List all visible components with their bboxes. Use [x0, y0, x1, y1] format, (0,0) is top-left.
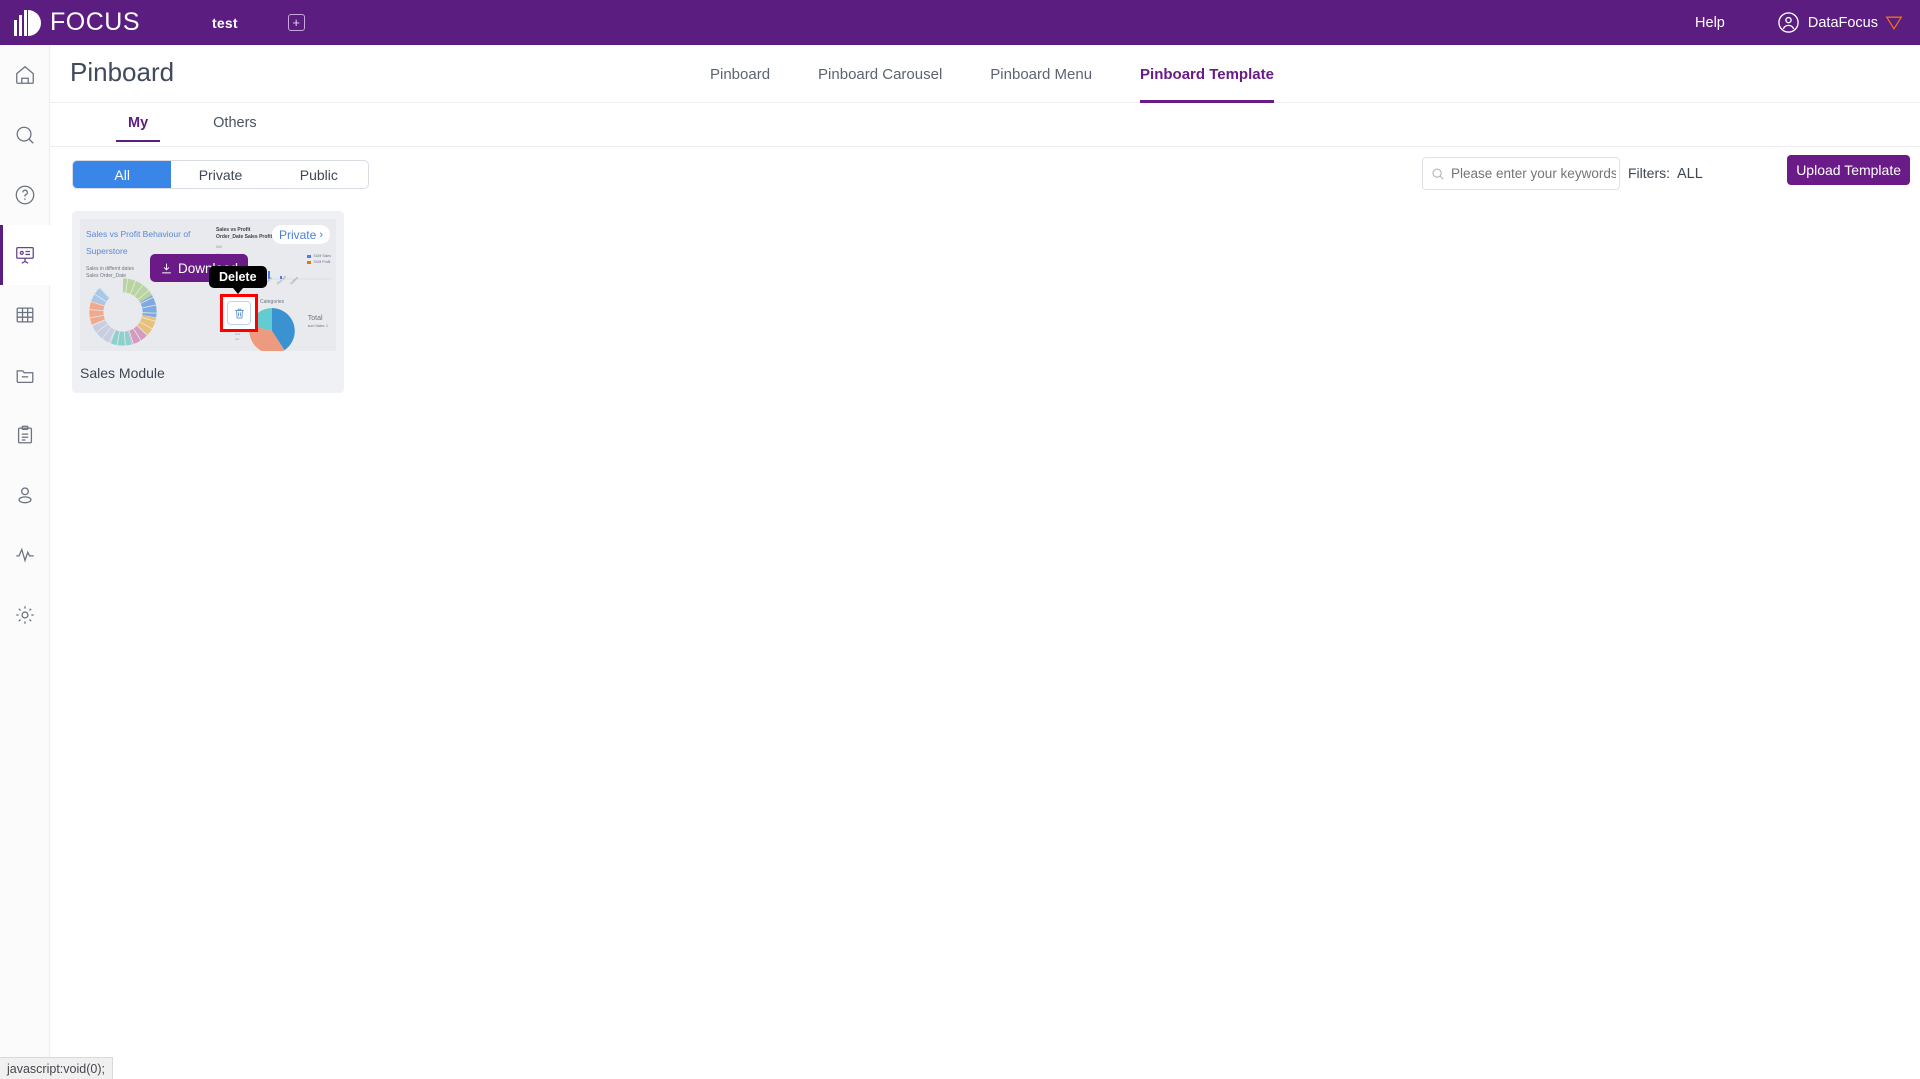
search-box[interactable] — [1422, 157, 1620, 190]
sidebar-item-help[interactable] — [0, 165, 50, 225]
thumbnail-category-label: Categories — [260, 299, 285, 305]
app-logo[interactable]: FOCUS — [14, 8, 140, 37]
sidebar-item-search[interactable] — [0, 105, 50, 165]
bar-title-line1: Sales vs Profit — [216, 227, 251, 233]
sidebar-item-clipboard[interactable] — [0, 405, 50, 465]
status-bar-text: javascript:void(0); — [7, 1061, 105, 1076]
delete-button[interactable] — [227, 301, 251, 325]
bar-title-line2: Order_Date Sales Profit — [216, 234, 273, 240]
pinboard-icon — [16, 247, 34, 264]
top-tab-bar: Pinboard Pinboard Carousel Pinboard Menu… — [710, 45, 1274, 103]
user-name[interactable]: DataFocus — [1808, 15, 1878, 31]
tab-pinboard-menu[interactable]: Pinboard Menu — [990, 45, 1092, 103]
sub-tab-bar: My Others — [50, 103, 1920, 147]
segment-all[interactable]: All — [73, 161, 172, 188]
legend-item-0: SUM Sales — [313, 254, 331, 258]
template-card[interactable]: Sales vs Profit Behaviour of Superstore … — [72, 211, 344, 393]
page-header: Pinboard Pinboard Pinboard Carousel Pinb… — [50, 45, 1920, 103]
folder-icon — [16, 370, 34, 383]
question-circle-icon — [15, 185, 35, 205]
segment-private[interactable]: Private — [171, 161, 269, 188]
tab-pinboard-template[interactable]: Pinboard Template — [1140, 45, 1274, 103]
sidebar-item-home[interactable] — [0, 45, 50, 105]
left-sidebar — [0, 45, 50, 1079]
tab-pinboard-carousel[interactable]: Pinboard Carousel — [818, 45, 942, 103]
toolbar: All Private Public Filters: ALL ⌄ Upload… — [50, 147, 1920, 203]
table-icon — [16, 307, 34, 323]
search-icon — [1432, 167, 1444, 180]
filters-label: Filters: — [1628, 165, 1670, 181]
visibility-badge[interactable]: Private › — [271, 225, 330, 244]
activity-pulse-icon — [16, 547, 34, 563]
search-icon — [16, 126, 34, 144]
user-icon — [18, 487, 32, 504]
focus-logo-half-icon — [28, 9, 41, 36]
thumbnail-total-label: Total sum Sales: 1 — [308, 315, 328, 328]
donut-chart — [89, 278, 157, 346]
segment-public[interactable]: Public — [270, 161, 368, 188]
filters-value: ALL — [1677, 165, 1703, 182]
chevron-right-icon: › — [319, 228, 323, 241]
sidebar-item-table[interactable] — [0, 285, 50, 345]
search-input[interactable] — [1451, 166, 1616, 181]
page-title: Pinboard — [70, 57, 175, 87]
donut-title-line1: Sales in differnt dates — [86, 266, 134, 272]
template-thumbnail: Sales vs Profit Behaviour of Superstore … — [80, 219, 336, 351]
sub-tab-others[interactable]: Others — [213, 103, 257, 142]
trash-icon — [234, 308, 244, 319]
add-tab-icon[interactable]: + — [287, 14, 305, 31]
total-sub-text: sum Sales: 1 — [307, 324, 328, 328]
logo-text: FOCUS — [50, 8, 140, 36]
filters-dropdown[interactable]: ALL ⌄ — [1677, 157, 1797, 190]
gear-icon — [16, 606, 34, 624]
top-bar: FOCUS test + Help DataFocus — [0, 0, 1920, 45]
workspace-tab-test[interactable]: test — [212, 15, 238, 31]
sidebar-item-folder[interactable] — [0, 345, 50, 405]
thumbnail-bar-title: Sales vs Profit Order_Date Sales Profit — [216, 227, 272, 241]
total-text: Total — [307, 315, 323, 322]
thumbnail-legend: SUM Sales SUM Profit — [307, 253, 331, 265]
visibility-filter-group: All Private Public — [72, 160, 369, 189]
avatar-icon[interactable] — [1777, 11, 1800, 34]
help-link[interactable]: Help — [1695, 15, 1725, 31]
home-icon — [16, 65, 34, 84]
template-card-title: Sales Module — [80, 365, 165, 381]
focus-logo-icon — [14, 9, 27, 36]
sidebar-item-activity[interactable] — [0, 525, 50, 585]
tab-pinboard[interactable]: Pinboard — [710, 45, 770, 103]
download-icon — [162, 263, 171, 273]
sidebar-item-settings[interactable] — [0, 585, 50, 645]
clipboard-icon — [17, 425, 33, 444]
sub-tab-my[interactable]: My — [115, 103, 161, 142]
visibility-badge-label: Private — [278, 227, 317, 242]
sidebar-item-user[interactable] — [0, 465, 50, 525]
main-content: Pinboard Pinboard Pinboard Carousel Pinb… — [50, 45, 1920, 1079]
top-bar-right: Help DataFocus — [1695, 11, 1903, 34]
legend-item-1: SUM Profit — [313, 260, 331, 264]
shield-icon — [1885, 16, 1903, 30]
status-bar: javascript:void(0); — [0, 1057, 113, 1079]
sidebar-item-pinboard[interactable] — [0, 225, 50, 285]
axis-tick-0: 2M — [216, 244, 222, 249]
upload-template-button[interactable]: Upload Template — [1787, 155, 1910, 185]
template-card-grid: Sales vs Profit Behaviour of Superstore … — [50, 203, 1920, 393]
delete-tooltip: Delete — [209, 266, 267, 294]
